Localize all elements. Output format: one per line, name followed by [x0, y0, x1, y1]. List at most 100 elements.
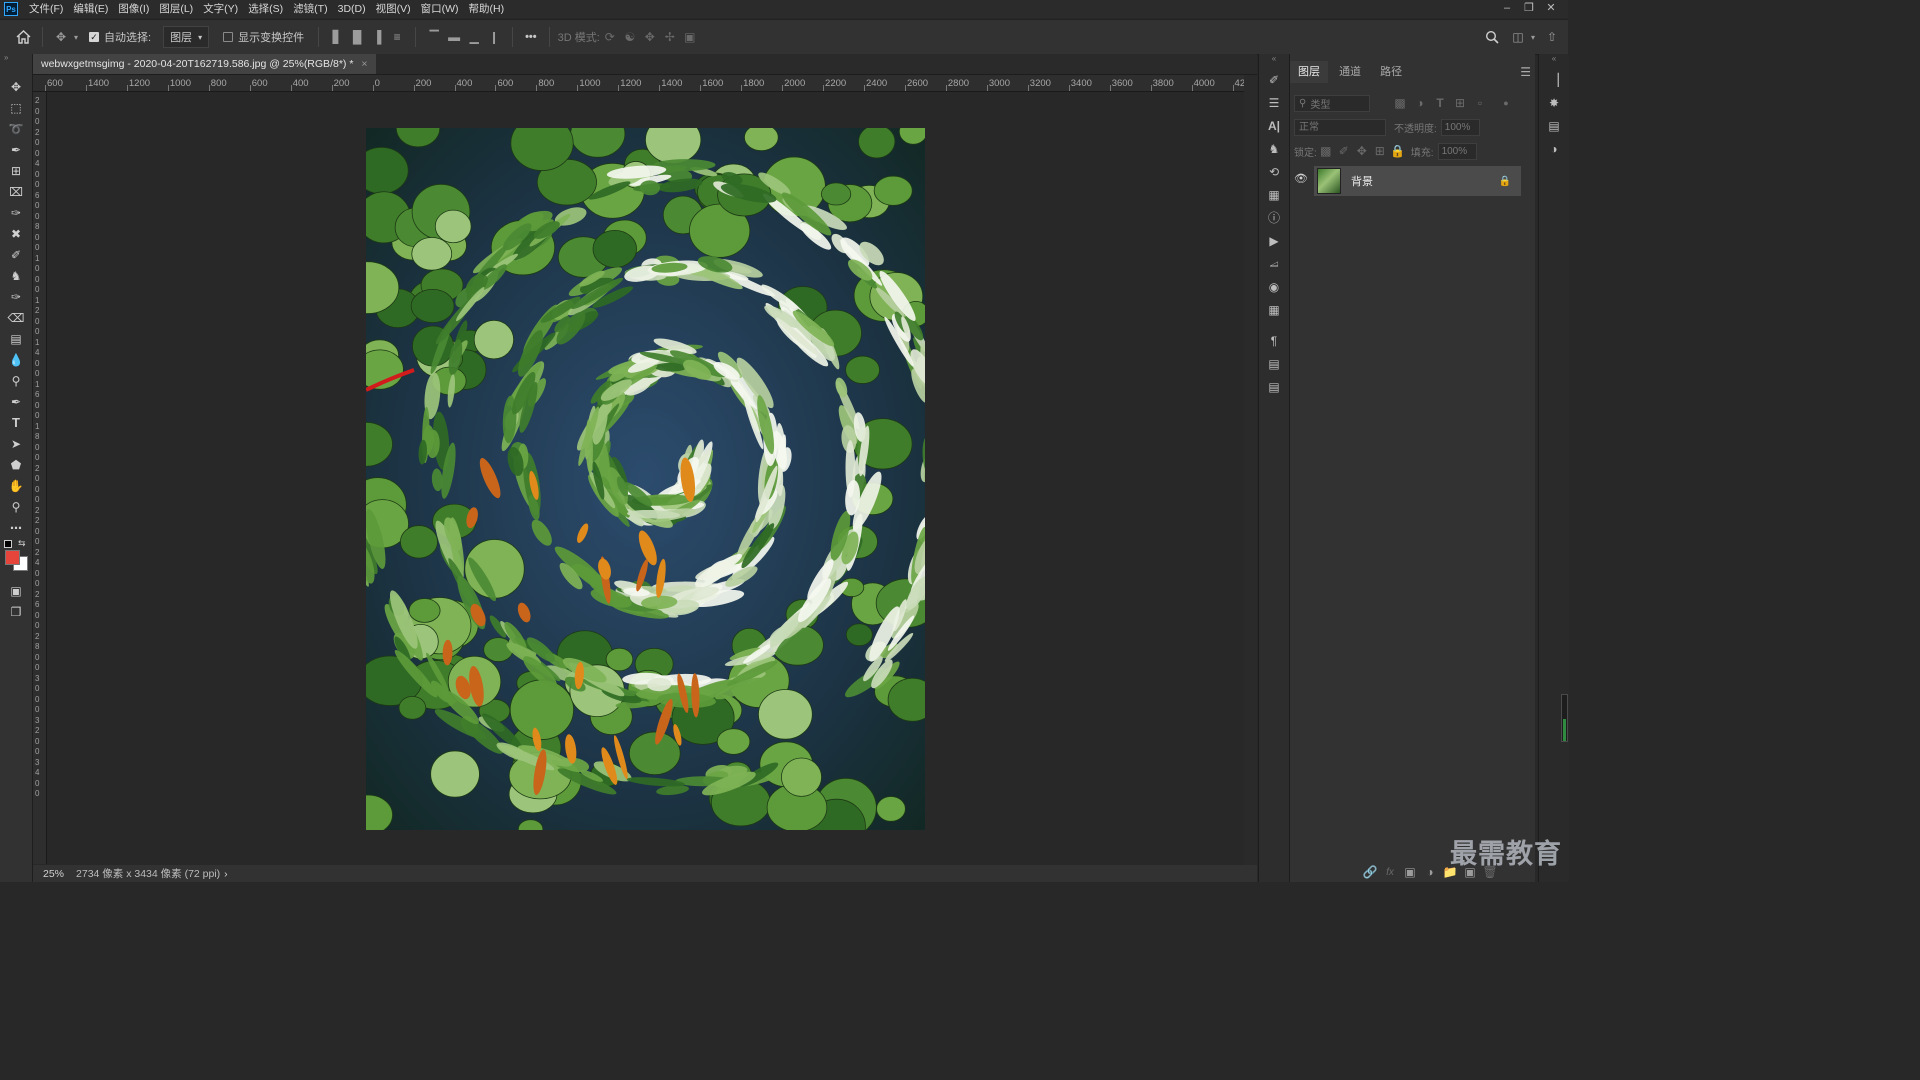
document-tab[interactable]: webwxgetmsgimg - 2020-04-20T162719.586.j… [33, 54, 376, 74]
align-left-edges-icon[interactable]: ▋ [327, 27, 347, 47]
foreground-color-swatch[interactable] [5, 550, 20, 565]
paths-icon[interactable]: ⧡ [1259, 252, 1289, 275]
align-vertical-centers-icon[interactable]: ▬ [444, 27, 464, 47]
lock-artboard-icon[interactable]: ⊞ [1371, 141, 1389, 161]
gradient-icon[interactable]: ▤ [0, 328, 32, 349]
swap-colors-icon[interactable]: ⇆ [18, 538, 26, 549]
eraser-icon[interactable]: ⌫ [0, 307, 32, 328]
frame-icon[interactable]: ⌧ [0, 181, 32, 202]
blend-mode-dropdown[interactable]: 正常 [1294, 118, 1386, 136]
tab-layers[interactable]: 图层 [1290, 61, 1328, 83]
chevron-right-icon[interactable]: › [224, 868, 228, 880]
align-bottom-edges-icon[interactable]: ▁ [464, 27, 484, 47]
new-adjustment-layer-icon[interactable]: ◑ [1420, 862, 1440, 882]
rectangular-marquee-icon[interactable]: ⬚ [0, 97, 32, 118]
filter-toggle-icon[interactable]: ● [1496, 93, 1516, 113]
navigator-icon[interactable]: ✸ [1539, 91, 1569, 114]
more-options-button[interactable]: ••• [521, 31, 541, 43]
zoom-level[interactable]: 25% [43, 868, 64, 880]
distribute-horizontal-icon[interactable]: ❙ [484, 27, 504, 47]
menu-edit[interactable]: 编辑(E) [68, 0, 113, 18]
crop-icon[interactable]: ⊞ [0, 160, 32, 181]
more-tools-icon[interactable]: ⋯ [0, 517, 32, 538]
layer-filter-dropdown[interactable]: ⚲ 类型 [1294, 94, 1370, 112]
path-selection-icon[interactable]: ➤ [0, 433, 32, 454]
paragraph-styles-icon[interactable]: ▤ [1259, 352, 1289, 375]
libraries-icon[interactable]: ▦ [1259, 183, 1289, 206]
share-icon[interactable]: ⇧ [1542, 27, 1562, 47]
add-mask-icon[interactable]: ▣ [1400, 862, 1420, 882]
link-layers-icon[interactable]: 🔗 [1360, 862, 1380, 882]
history-brush-icon[interactable]: ✑ [0, 286, 32, 307]
chevron-down-icon[interactable]: ▾ [1528, 27, 1538, 47]
auto-select-target-dropdown[interactable]: 图层 ▾ [163, 26, 210, 48]
lock-transparent-icon[interactable]: ▩ [1317, 141, 1335, 161]
blur-icon[interactable]: 💧 [0, 349, 32, 370]
close-tab-icon[interactable]: × [361, 58, 367, 70]
search-icon[interactable] [1482, 27, 1502, 47]
move-tool-icon[interactable]: ✥ [0, 76, 32, 97]
workspace-icon[interactable]: ◫ [1508, 27, 1528, 47]
table-icon[interactable]: ▦ [1259, 298, 1289, 321]
menu-type[interactable]: 文字(Y) [198, 0, 243, 18]
menu-3d[interactable]: 3D(D) [333, 0, 371, 18]
menu-help[interactable]: 帮助(H) [464, 0, 510, 18]
collapse-arrows-icon[interactable]: » [0, 54, 32, 64]
actions-play-icon[interactable]: ▶ [1259, 229, 1289, 252]
document-image[interactable] [336, 108, 949, 854]
align-horizontal-centers-icon[interactable]: █ [347, 27, 367, 47]
hand-icon[interactable]: ✋ [0, 475, 32, 496]
shape-icon[interactable]: ⬟ [0, 454, 32, 475]
filter-pixel-icon[interactable]: ▩ [1390, 93, 1410, 113]
3d-roll-icon[interactable]: ☯ [620, 27, 640, 47]
info-icon[interactable]: ⓘ [1259, 206, 1289, 229]
panel-scroll-thumb[interactable] [1561, 694, 1568, 742]
layer-row-background[interactable]: 背景 🔒 [1314, 166, 1521, 196]
history-icon[interactable]: ⟲ [1259, 160, 1289, 183]
quick-mask-icon[interactable]: ▣ [0, 580, 32, 601]
menu-image[interactable]: 图像(I) [113, 0, 154, 18]
lock-image-icon[interactable]: ✐ [1335, 141, 1353, 161]
minimize-icon[interactable]: – [1496, 0, 1518, 16]
fill-field[interactable]: 100% [1437, 142, 1477, 160]
tab-channels[interactable]: 通道 [1331, 61, 1369, 83]
3d-icon[interactable]: ◉ [1259, 275, 1289, 298]
lock-all-icon[interactable]: 🔒 [1389, 141, 1407, 161]
home-icon[interactable] [12, 27, 34, 47]
menu-file[interactable]: 文件(F) [24, 0, 68, 18]
lasso-icon[interactable]: ➰ [0, 118, 32, 139]
clone-stamp-icon[interactable]: ♞ [0, 265, 32, 286]
lock-position-icon[interactable]: ✥ [1353, 141, 1371, 161]
quick-selection-icon[interactable]: ✒ [0, 139, 32, 160]
menu-view[interactable]: 视图(V) [371, 0, 416, 18]
collapse-arrows-icon[interactable]: « [1259, 54, 1289, 68]
align-right-edges-icon[interactable]: ▐ [367, 27, 387, 47]
filter-smart-object-icon[interactable]: ▫ [1470, 93, 1490, 113]
tab-paths[interactable]: 路径 [1372, 61, 1410, 83]
menu-select[interactable]: 选择(S) [243, 0, 288, 18]
properties-icon[interactable]: ▤ [1539, 114, 1569, 137]
vertical-scrollbar[interactable] [1244, 75, 1257, 865]
close-icon[interactable]: ✕ [1540, 0, 1562, 16]
menu-filter[interactable]: 滤镜(T) [288, 0, 332, 18]
layer-style-fx-icon[interactable]: fx [1380, 862, 1400, 882]
default-colors-icon[interactable] [4, 540, 12, 548]
layer-visibility-eye-icon[interactable]: 👁 [1294, 172, 1308, 185]
align-top-edges-icon[interactable]: ▔ [424, 27, 444, 47]
pen-icon[interactable]: ✒ [0, 391, 32, 412]
eyedropper-icon[interactable]: ✑ [0, 202, 32, 223]
screen-mode-icon[interactable]: ❐ [0, 601, 32, 622]
distribute-vertical-icon[interactable]: ≡ [387, 27, 407, 47]
filter-type-icon[interactable]: T [1430, 93, 1450, 113]
chevron-down-icon[interactable]: ▾ [71, 27, 81, 47]
menu-layer[interactable]: 图层(L) [154, 0, 198, 18]
character-icon[interactable]: A| [1259, 114, 1289, 137]
filter-shape-icon[interactable]: ⊞ [1450, 93, 1470, 113]
zoom-icon[interactable]: ⚲ [0, 496, 32, 517]
paragraph-icon[interactable]: ¶ [1259, 329, 1289, 352]
histogram-icon[interactable]: ▕ [1539, 68, 1569, 91]
notes-icon[interactable]: ▤ [1259, 375, 1289, 398]
move-tool-icon[interactable]: ✥ [51, 27, 71, 47]
panel-menu-icon[interactable]: ☰ [1520, 65, 1531, 79]
dodge-icon[interactable]: ⚲ [0, 370, 32, 391]
